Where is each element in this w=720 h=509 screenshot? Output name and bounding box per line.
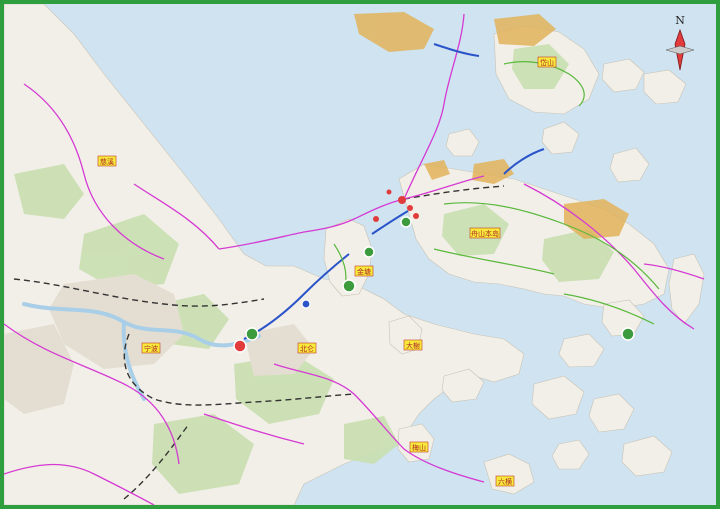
label-cixi: 慈溪 [97,155,117,167]
svg-text:大榭: 大榭 [406,341,420,350]
label-zhoushan: 舟山本岛 [469,227,501,239]
label-jintang: 金塘 [354,265,374,277]
svg-text:梅山: 梅山 [412,443,426,452]
svg-text:岱山: 岱山 [540,58,554,67]
svg-text:金塘: 金塘 [357,267,371,276]
label-beilun: 北仑 [297,342,317,354]
svg-text:北仑: 北仑 [300,344,314,353]
label-meishan: 梅山 [409,441,429,453]
label-liuheng: 六横 [495,475,515,487]
svg-text:舟山本岛: 舟山本岛 [471,229,499,238]
map-canvas: N 慈溪 宁波 北仑 金塘 舟山本岛 岱山 大榭 梅山 六横 [4,4,716,505]
svg-text:宁波: 宁波 [144,344,158,353]
svg-text:六横: 六横 [498,477,512,486]
label-daishan: 岱山 [537,56,557,68]
compass-north-letter: N [675,14,685,27]
label-daxie: 大榭 [403,339,423,351]
svg-text:慈溪: 慈溪 [100,157,114,166]
map-frame: N 慈溪 宁波 北仑 金塘 舟山本岛 岱山 大榭 梅山 六横 [0,0,720,509]
label-ningbo: 宁波 [141,342,161,354]
